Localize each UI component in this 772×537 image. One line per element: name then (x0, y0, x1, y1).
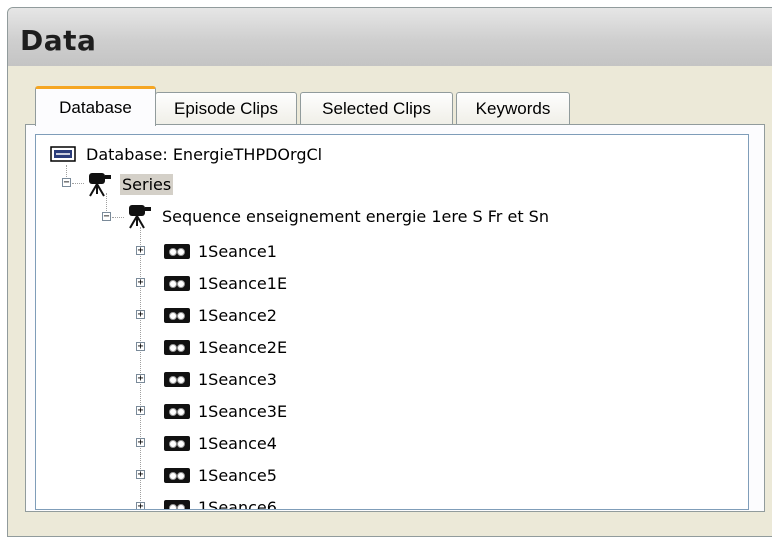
expand-toggle[interactable]: + (136, 470, 145, 480)
tab-database[interactable]: Database (35, 86, 156, 126)
tree-item-episode[interactable]: 1Seance6 (164, 494, 279, 510)
tree-item-label: 1Seance1E (198, 273, 288, 293)
tree-root[interactable]: Database: EnergieTHPDOrgCl (50, 141, 324, 167)
tab-episode-clips[interactable]: Episode Clips (155, 92, 297, 124)
tree-item-episode[interactable]: 1Seance2E (164, 334, 289, 360)
tape-icon (164, 467, 190, 483)
tree-item-episode[interactable]: 1Seance3E (164, 398, 289, 424)
tree-item-episode[interactable]: 1Seance4 (164, 430, 279, 456)
tree-item-sequence[interactable]: Sequence enseignement energie 1ere S Fr … (126, 203, 551, 229)
tab-label: Keywords (475, 98, 551, 118)
tape-icon (164, 403, 190, 419)
database-tree[interactable]: Database: EnergieTHPDOrgCl − Series − Se… (35, 134, 749, 510)
tree-item-series[interactable]: Series (86, 171, 174, 197)
tree-item-episode[interactable]: 1Seance5 (164, 462, 279, 488)
tab-keywords[interactable]: Keywords (456, 92, 570, 124)
window-title: Data (20, 24, 97, 57)
expand-toggle[interactable]: + (136, 278, 145, 288)
expand-toggle[interactable]: + (136, 406, 145, 416)
expand-toggle[interactable]: + (136, 374, 145, 384)
tape-icon (164, 275, 190, 291)
tree-item-episode[interactable]: 1Seance1 (164, 238, 279, 264)
tape-icon (164, 499, 190, 509)
tree-item-label: 1Seance6 (198, 497, 277, 510)
tree-item-label: 1Seance4 (198, 433, 277, 453)
tree-item-label: Database: EnergieTHPDOrgCl (86, 144, 323, 164)
tab-label: Database (59, 97, 132, 117)
tape-icon (164, 243, 190, 259)
tree-item-label: 1Seance3E (198, 401, 288, 421)
tree-item-episode[interactable]: 1Seance1E (164, 270, 289, 296)
expand-toggle[interactable]: + (136, 246, 145, 256)
tab-label: Selected Clips (322, 98, 431, 118)
tree-item-label: 1Seance5 (198, 465, 277, 485)
tree-item-label: 1Seance1 (198, 241, 277, 261)
tab-selected-clips[interactable]: Selected Clips (300, 92, 453, 124)
tape-icon (164, 435, 190, 451)
tree-connector (140, 227, 141, 509)
collapse-toggle[interactable]: − (62, 178, 71, 188)
camera-icon (129, 205, 151, 229)
expand-toggle[interactable]: + (136, 310, 145, 320)
tree-connector (112, 217, 124, 218)
tree-item-label: 1Seance2E (198, 337, 288, 357)
collapse-toggle[interactable]: − (102, 212, 111, 222)
camera-icon (89, 173, 111, 197)
expand-toggle[interactable]: + (136, 342, 145, 352)
database-icon (50, 146, 76, 162)
tape-icon (164, 339, 190, 355)
tree-item-label: 1Seance2 (198, 305, 277, 325)
tree-item-label: 1Seance3 (198, 369, 277, 389)
title-bar: Data (8, 8, 772, 66)
tape-icon (164, 307, 190, 323)
tab-label: Episode Clips (174, 98, 278, 118)
tree-item-label: Series (120, 173, 174, 195)
tape-icon (164, 371, 190, 387)
tree-connector (72, 183, 84, 184)
expand-toggle[interactable]: + (136, 438, 145, 448)
tree-item-episode[interactable]: 1Seance3 (164, 366, 279, 392)
tree-item-episode[interactable]: 1Seance2 (164, 302, 279, 328)
tree-item-label: Sequence enseignement energie 1ere S Fr … (162, 206, 549, 226)
expand-toggle[interactable]: + (136, 502, 145, 509)
